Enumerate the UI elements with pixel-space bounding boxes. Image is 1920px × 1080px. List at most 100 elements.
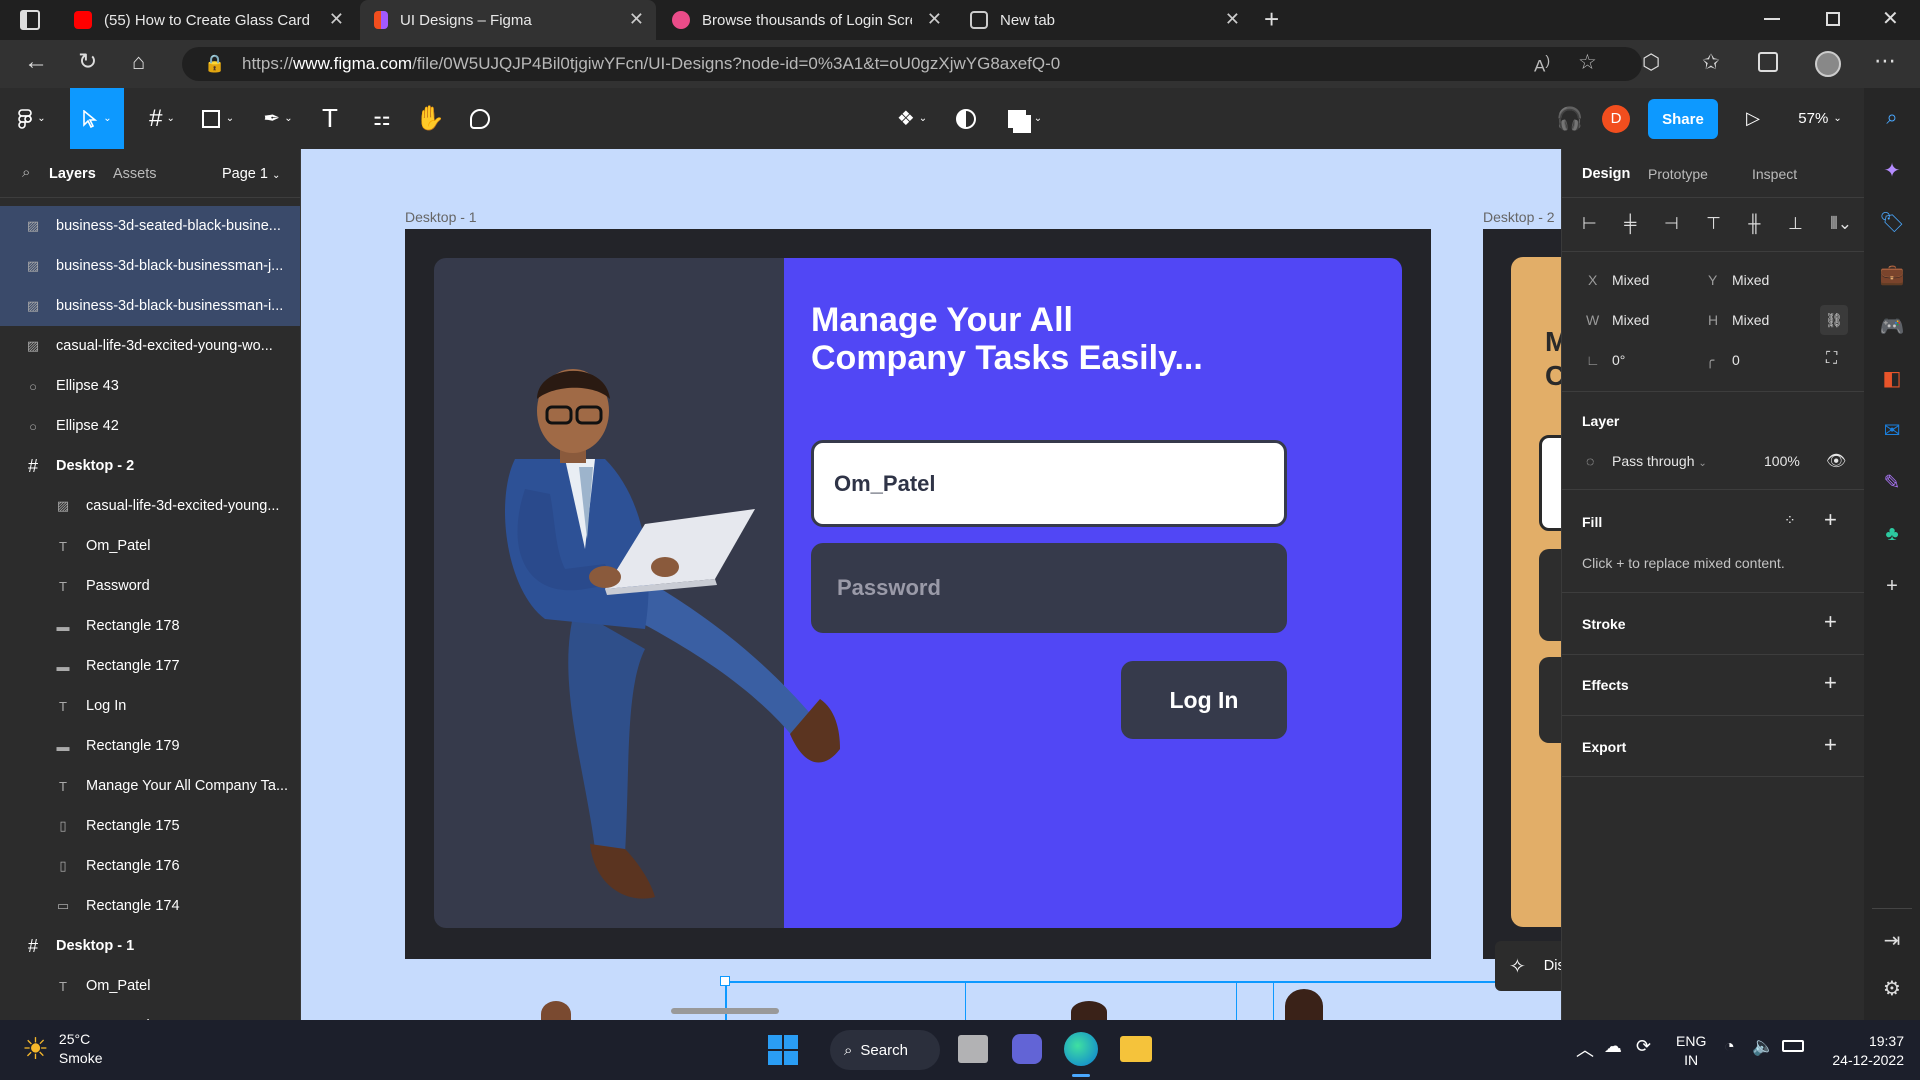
close-tab-icon[interactable]: ✕ — [1225, 9, 1240, 30]
taskbar-search-button[interactable]: ⌕ Search — [830, 1030, 940, 1070]
share-button[interactable]: Share — [1648, 99, 1718, 139]
layer-row[interactable]: ▭ Rectangle 174 — [0, 886, 300, 926]
rotation-input[interactable]: 0° — [1612, 352, 1625, 368]
layer-row[interactable]: T Log In — [0, 686, 300, 726]
outlook-icon[interactable]: ✉ — [1876, 414, 1908, 446]
align-bottom-icon[interactable]: ⊥ — [1788, 214, 1803, 234]
layer-row[interactable]: ○ Ellipse 42 — [0, 406, 300, 446]
visibility-eye-icon[interactable]: 👁 — [1826, 451, 1846, 471]
layer-row[interactable]: ▨ business-3d-seated-black-busine... — [0, 206, 300, 246]
refresh-icon[interactable]: ↻ — [78, 48, 97, 75]
shape-tool-button[interactable]: ⌄ — [196, 88, 240, 149]
shopping-tag-icon[interactable]: 🏷 — [1876, 206, 1908, 238]
frame-tool-button[interactable]: # ⌄ — [140, 88, 184, 149]
close-tab-icon[interactable]: ✕ — [329, 9, 344, 30]
boolean-icon[interactable]: ⌄ — [1000, 88, 1050, 149]
username-field[interactable]: Om_Patel — [811, 440, 1287, 527]
canvas[interactable]: Desktop - 1 Desktop - 2 Manage Your All … — [301, 149, 1561, 1020]
pen-tool-button[interactable]: ✒ ⌄ — [256, 88, 300, 149]
comment-tool-button[interactable] — [464, 88, 496, 149]
wifi-icon[interactable]: ◔ — [1724, 1036, 1735, 1057]
frame-label-desktop-1[interactable]: Desktop - 1 — [405, 209, 477, 225]
home-icon[interactable]: ⌂ — [132, 49, 145, 75]
y-input[interactable]: Mixed — [1732, 272, 1769, 288]
layer-row[interactable]: ○ Ellipse 43 — [0, 366, 300, 406]
tab-inspect[interactable]: Inspect — [1752, 166, 1797, 182]
desktop-2-frame[interactable]: MC — [1483, 229, 1561, 959]
search-icon[interactable]: ⌕ — [22, 164, 30, 181]
sync-icon[interactable]: ⟳ — [1636, 1036, 1651, 1057]
extensions-icon[interactable]: ⬡ — [1642, 50, 1660, 75]
horizontal-scrollbar[interactable] — [671, 1008, 779, 1014]
align-top-icon[interactable]: ⊤ — [1706, 214, 1721, 234]
show-hidden-icons[interactable]: ︿ — [1576, 1036, 1594, 1062]
figma-main-menu-icon[interactable]: ⌄ — [10, 88, 54, 149]
layer-row[interactable]: ▯ Rectangle 175 — [0, 806, 300, 846]
layer-row[interactable]: ▯ Rectangle 176 — [0, 846, 300, 886]
teams-chat-icon[interactable] — [1012, 1034, 1042, 1064]
text-tool-button[interactable]: T — [314, 88, 346, 149]
browser-menu-icon[interactable]: ⋯ — [1874, 48, 1896, 74]
weather-widget[interactable]: ☀ 25°C Smoke — [22, 1030, 102, 1068]
tab-prototype[interactable]: Prototype — [1648, 166, 1708, 182]
new-tab-button[interactable]: + — [1264, 4, 1279, 35]
layer-row[interactable]: ▬ Rectangle 178 — [0, 606, 300, 646]
clock[interactable]: 19:37 24-12-2022 — [1824, 1032, 1904, 1070]
tab-dribbble[interactable]: Browse thousands of Login Scree ✕ — [658, 0, 954, 40]
address-bar[interactable]: 🔒 https://www.figma.com/file/0W5UJQJP4Bi… — [182, 47, 1642, 81]
align-middle-v-icon[interactable]: ╫ — [1748, 214, 1760, 234]
close-tab-icon[interactable]: ✕ — [629, 9, 644, 30]
frame-label-desktop-2[interactable]: Desktop - 2 — [1483, 209, 1555, 225]
layer-row[interactable]: ▨ casual-life-3d-excited-young-wo... — [0, 326, 300, 366]
layer-row[interactable]: T Om_Patel — [0, 966, 300, 1006]
resources-tool-button[interactable]: ⚏ — [366, 88, 398, 149]
onedrive-cloud-icon[interactable]: ☁ — [1604, 1036, 1622, 1057]
settings-gear-icon[interactable]: ⚙ — [1876, 972, 1908, 1004]
volume-icon[interactable]: 🔈 — [1752, 1036, 1774, 1057]
independent-corners-icon[interactable]: ⛶ — [1826, 350, 1837, 368]
tab-design[interactable]: Design — [1582, 166, 1630, 182]
hand-tool-button[interactable]: ✋ — [414, 88, 446, 149]
layer-row[interactable]: T Password — [0, 566, 300, 606]
close-tab-icon[interactable]: ✕ — [927, 9, 942, 30]
designer-icon[interactable]: ✎ — [1876, 466, 1908, 498]
align-center-h-icon[interactable]: ╪ — [1624, 214, 1636, 234]
page-selector[interactable]: Page 1 ⌄ — [222, 166, 280, 182]
task-view-icon[interactable] — [958, 1035, 988, 1063]
components-icon[interactable]: ❖ ⌄ — [890, 88, 934, 149]
layer-row[interactable]: ▨ business-3d-black-businessman-i... — [0, 286, 300, 326]
layer-row[interactable]: ▬ Rectangle 179 — [0, 726, 300, 766]
w-input[interactable]: Mixed — [1612, 312, 1649, 328]
restore-button[interactable] — [1826, 12, 1840, 26]
layer-row[interactable]: ▨ business-3d-black-businessman-j... — [0, 246, 300, 286]
opacity-input[interactable]: 100% — [1764, 453, 1800, 469]
minimize-button[interactable] — [1764, 18, 1780, 20]
favorites-icon[interactable]: ✩ — [1702, 50, 1720, 75]
businessman-illustration[interactable] — [455, 349, 865, 909]
password-field[interactable]: Password — [811, 543, 1287, 633]
constrain-proportions-icon[interactable]: ⛓ — [1820, 305, 1848, 335]
battery-icon[interactable] — [1782, 1040, 1804, 1052]
search-icon[interactable]: ⌕ — [1876, 102, 1908, 134]
h-input[interactable]: Mixed — [1732, 312, 1769, 328]
copilot-icon[interactable]: ✦ — [1876, 154, 1908, 186]
tab-layers[interactable]: Layers — [49, 166, 96, 182]
corner-radius-input[interactable]: 0 — [1732, 352, 1740, 368]
layer-row[interactable]: ▨ casual-life-3d-excited-young... — [0, 486, 300, 526]
x-input[interactable]: Mixed — [1612, 272, 1649, 288]
audio-headphones-icon[interactable]: 🎧 — [1554, 88, 1586, 149]
login-button[interactable]: Log In — [1121, 661, 1287, 739]
back-icon[interactable]: ← — [24, 48, 48, 76]
tab-figma[interactable]: UI Designs – Figma ✕ — [360, 0, 656, 40]
discover-features-button[interactable]: ✧ Discover more features ︿ — [1495, 941, 1561, 991]
zoom-dropdown[interactable]: 57% ⌄ — [1790, 88, 1850, 149]
add-sidebar-app-icon[interactable]: + — [1876, 570, 1908, 602]
hide-sidebar-icon[interactable]: ⇥ — [1876, 924, 1908, 956]
tree-icon[interactable]: ♣ — [1876, 518, 1908, 550]
language-indicator[interactable]: ENG IN — [1676, 1032, 1706, 1070]
add-effect-icon[interactable]: + — [1824, 670, 1837, 696]
tools-briefcase-icon[interactable]: 💼 — [1876, 258, 1908, 290]
desktop-1-frame[interactable]: Manage Your All Company Tasks Easily... … — [405, 229, 1431, 959]
distribute-icon[interactable]: ⦀⌄ — [1830, 214, 1852, 234]
add-favorite-icon[interactable]: ☆ — [1578, 50, 1597, 75]
